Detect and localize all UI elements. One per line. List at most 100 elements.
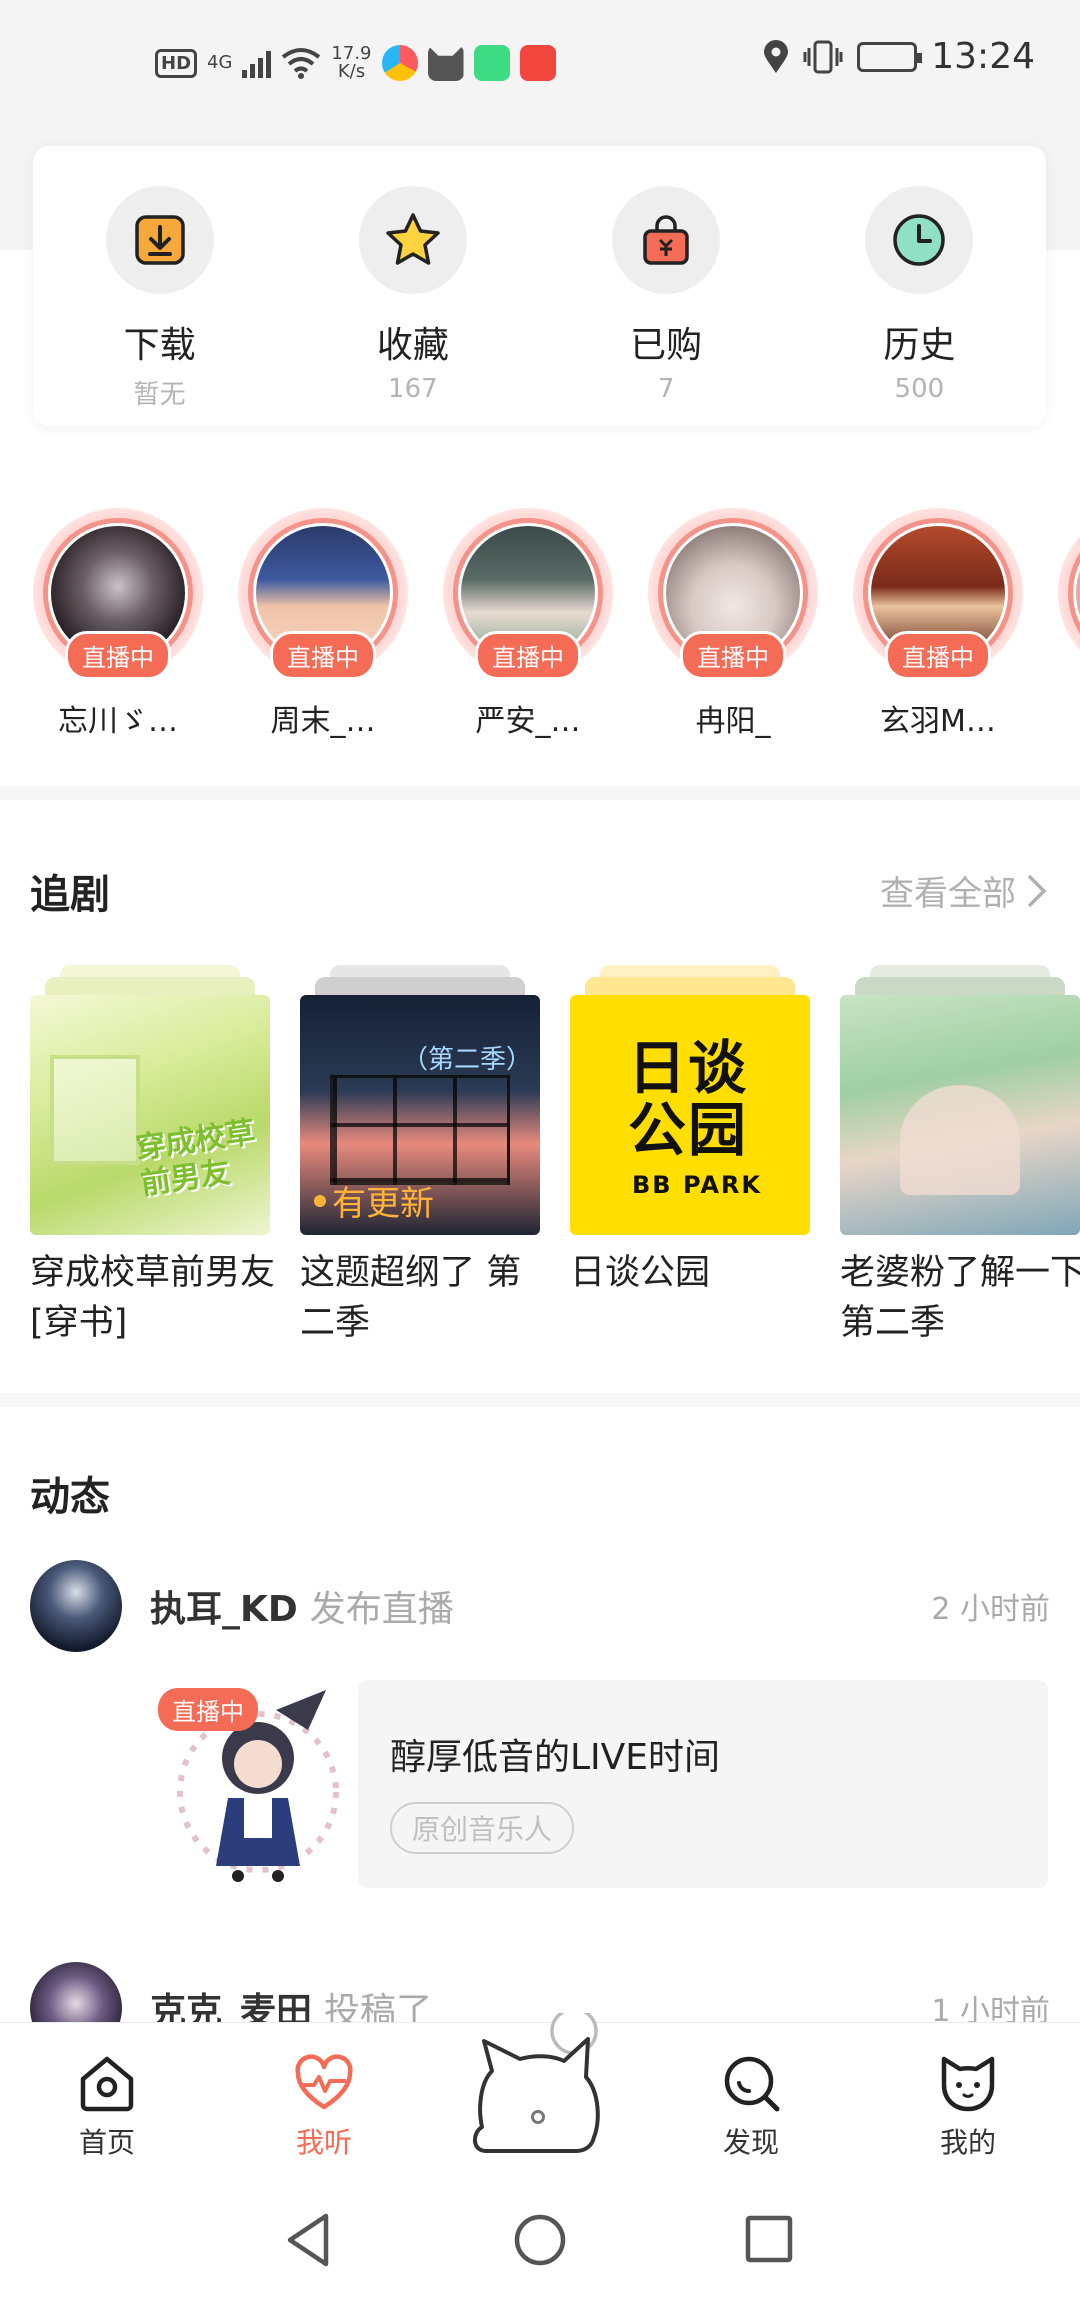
nav-discover-label: 发现 [722, 2126, 779, 2159]
quick-favorites-label: 收藏 [376, 325, 449, 366]
drama-title: 日谈公园 [570, 1253, 711, 1293]
status-right: 13:24 [763, 36, 1035, 77]
activity-header: 执耳_KD 发布直播 [150, 1580, 454, 1632]
browser-app-icon [381, 45, 418, 81]
activity-item[interactable]: 执耳_KD 发布直播 2 小时前 [30, 1560, 1050, 1652]
battery-icon [857, 41, 923, 72]
back-icon[interactable] [282, 2210, 334, 2270]
avatar[interactable] [30, 1560, 122, 1652]
live-user[interactable]: 直播中 严安_… [443, 508, 613, 738]
heart-listen-icon [295, 2054, 353, 2110]
drama-cover: 日谈公园 BB PARK [570, 995, 810, 1235]
vibrate-icon [803, 40, 843, 73]
drama-title: 穿成校草前男友[穿书] [30, 1253, 276, 1343]
live-badge: 直播中 [270, 631, 376, 680]
live-user-name: 玄羽M… [880, 704, 996, 738]
home-icon [80, 2056, 134, 2112]
network-type: 4G [207, 52, 233, 73]
signal-icon [242, 48, 272, 78]
cover-title-text: 穿成校草前男友 [133, 1115, 258, 1203]
cover-title-text: 日谈公园 [628, 1034, 749, 1164]
drama-title: 这题超纲了 第二季 [300, 1253, 522, 1343]
clock-icon [865, 186, 974, 294]
quick-history[interactable]: 历史 500 [793, 146, 1046, 426]
quick-history-label: 历史 [883, 325, 956, 366]
cover-subtitle-text: BB PARK [632, 1171, 762, 1199]
drama-cover: 穿成校草前男友 [30, 995, 270, 1235]
quick-purchased-label: 已购 [630, 325, 703, 366]
live-badge: 直播中 [158, 1688, 258, 1731]
quick-history-count: 500 [894, 374, 945, 404]
location-icon [764, 39, 789, 73]
live-post-card-bg [358, 1680, 1048, 1888]
drama-cover [840, 995, 1080, 1235]
net-speed: 17.9 K/s [331, 45, 371, 81]
android-app-icon [473, 45, 510, 81]
drama-section-title: 追剧 [30, 872, 110, 918]
live-avatar-ring: 直播中 [33, 508, 203, 680]
live-user[interactable]: 直播中 玄羽M… [853, 508, 1023, 738]
nav-profile[interactable]: 我的 [898, 2051, 1038, 2161]
live-badge: 直播中 [885, 631, 991, 680]
quick-download-count: 暂无 [133, 380, 186, 410]
nav-listen-label: 我听 [295, 2126, 352, 2159]
bottom-nav: 首页 我听 发现 我的 [0, 2007, 1080, 2182]
live-post-title: 醇厚低音的LIVE时间 [390, 1737, 721, 1778]
live-avatar-ring: 直播中 [648, 508, 818, 680]
cat-app-icon [427, 45, 464, 81]
nav-home[interactable]: 首页 [37, 2051, 177, 2161]
avatar [1076, 526, 1080, 660]
download-icon [105, 186, 214, 294]
quick-purchased[interactable]: 已购 7 [540, 146, 793, 426]
live-badge: 直播中 [65, 631, 171, 680]
live-post-tag[interactable]: 原创音乐人 [390, 1802, 575, 1854]
nav-profile-label: 我的 [939, 2126, 996, 2159]
activity-action: 发布直播 [309, 1589, 454, 1630]
activity-section-title: 动态 [30, 1474, 110, 1520]
live-avatar-ring [1058, 508, 1080, 678]
update-dot [314, 1194, 326, 1207]
drama-title: 老婆粉了解一下 第二季 [840, 1253, 1080, 1343]
see-all-label: 查看全部 [880, 874, 1016, 914]
home-button-icon[interactable] [512, 2212, 568, 2268]
live-user[interactable]: 直播中 周末_… [238, 508, 408, 738]
system-nav-bar [0, 2182, 1080, 2310]
nav-home-label: 首页 [78, 2126, 135, 2159]
wifi-icon [282, 48, 321, 79]
shopping-bag-icon [612, 186, 721, 294]
status-bar: HD 4G 17.9 K/s 13:24 [0, 0, 1080, 125]
quick-download[interactable]: 下载 暂无 [33, 146, 286, 426]
live-user-name: 周末_… [270, 704, 376, 738]
avatar[interactable] [30, 1962, 122, 2022]
quick-favorites[interactable]: 收藏 167 [286, 146, 539, 426]
see-all-link[interactable]: 查看全部 [880, 866, 1048, 915]
activity-time: 2 小时前 [931, 1592, 1050, 1627]
live-users-row: 直播中 忘川ゞ… 直播中 周末_… 直播中 严安_… 直播中 冉阳_ 直播中 玄… [0, 508, 1080, 738]
live-user[interactable]: 直播中 冉阳_ [648, 508, 818, 738]
live-user-partial[interactable] [1058, 508, 1080, 678]
cat-face-icon [941, 2056, 995, 2112]
update-tag-label: 有更新 [332, 1184, 434, 1224]
live-avatar-ring: 直播中 [853, 508, 1023, 680]
nav-listen[interactable]: 我听 [254, 2051, 394, 2161]
recents-icon[interactable] [744, 2214, 794, 2264]
chevron-right-icon [1027, 874, 1047, 907]
book-app-icon [519, 45, 556, 81]
quick-favorites-count: 167 [388, 374, 438, 404]
drama-cover: （第二季） 有更新 [300, 995, 540, 1235]
cat-mascot-icon[interactable] [458, 2007, 618, 2163]
discover-icon [724, 2056, 780, 2112]
live-badge: 直播中 [475, 631, 581, 680]
activity-time: 1 小时前 [931, 1994, 1050, 2022]
activity-username[interactable]: 执耳_KD [150, 1589, 298, 1630]
quick-download-label: 下载 [123, 325, 196, 366]
update-tag: 有更新 [314, 1176, 434, 1225]
hd-indicator: HD [155, 48, 198, 78]
live-post-card[interactable]: 直播中 醇厚低音的LIVE时间 原创音乐人 [158, 1680, 1048, 1888]
quick-access-card: 下载 暂无 收藏 167 已购 7 历史 500 [33, 146, 1046, 426]
live-user[interactable]: 直播中 忘川ゞ… [33, 508, 203, 738]
nav-discover[interactable]: 发现 [681, 2051, 821, 2161]
section-divider [0, 1393, 1080, 1407]
activity-username[interactable]: 克克_麦田 [150, 1991, 312, 2022]
star-icon [358, 186, 467, 294]
